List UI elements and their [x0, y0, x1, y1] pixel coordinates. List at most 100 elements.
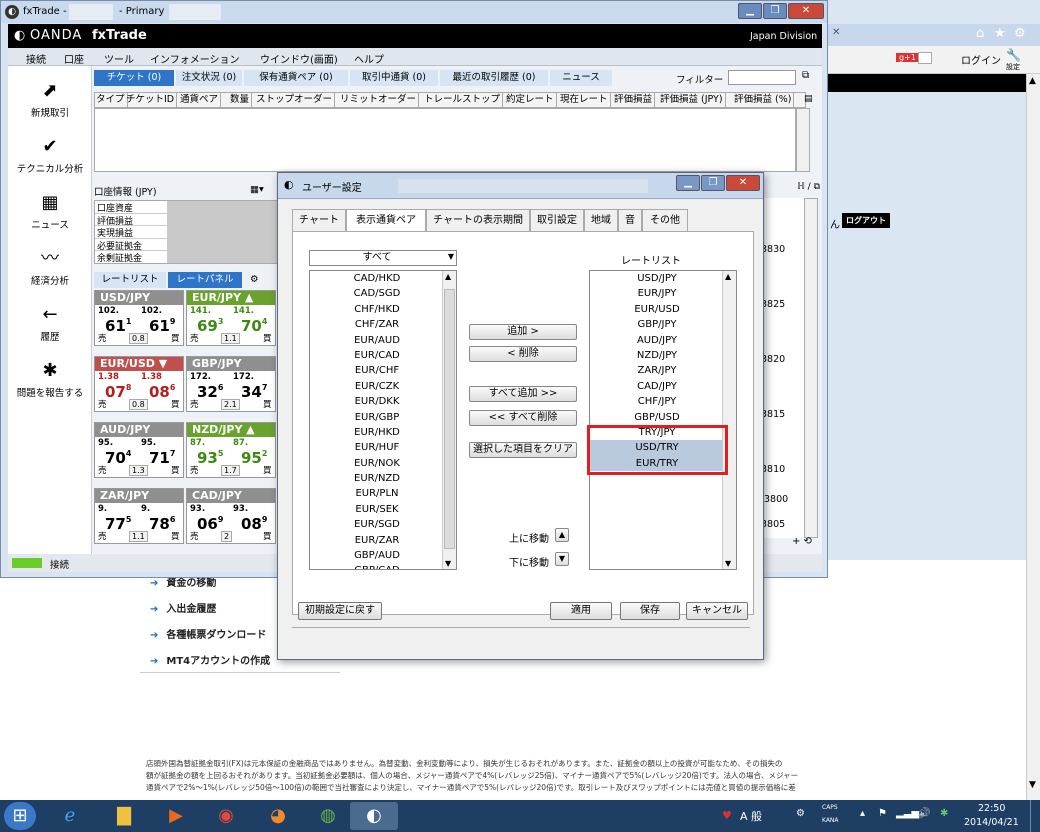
list-item[interactable]: CAD/JPY — [590, 379, 724, 394]
rate-tile[interactable]: AUD/JPY 95. 95. 704 717 売 1.3 買 — [94, 422, 184, 478]
col-limit-order[interactable]: リミットオーダー — [338, 93, 420, 107]
tab-rate-panel[interactable]: レートパネル — [168, 272, 242, 288]
chrome-icon[interactable]: ◉ — [206, 802, 246, 830]
list-item[interactable]: NZD/JPY — [590, 348, 724, 363]
ticket-scrollbar[interactable] — [796, 108, 810, 172]
rate-tile[interactable]: USD/JPY 102. 102. 611 619 売 0.8 買 — [94, 290, 184, 346]
logout-button[interactable]: ログアウト — [842, 213, 890, 228]
available-pairs-scrollbar[interactable]: ▲ ▼ — [442, 271, 456, 569]
list-item[interactable]: EUR/USD — [590, 302, 724, 317]
scroll-up-icon[interactable]: ▲ — [1029, 76, 1036, 86]
rate-list-box[interactable]: USD/JPY EUR/JPY EUR/USD GBP/JPY AUD/JPY NZD/J… — [589, 270, 737, 570]
tab-display-pairs[interactable]: 表示通貨ペア — [346, 209, 426, 232]
col-open-rate[interactable]: 約定レート — [504, 93, 557, 107]
col-units[interactable]: 数量 — [228, 93, 253, 107]
list-item[interactable]: AUD/JPY — [590, 333, 724, 348]
login-link[interactable]: ログイン — [961, 52, 1001, 67]
col-pl-jpy[interactable]: 評価損益 (JPY) — [658, 93, 726, 107]
list-item[interactable]: EUR/SEK — [310, 502, 444, 517]
pair-filter-select[interactable]: すべて ▼ — [309, 250, 457, 266]
firefox-icon[interactable]: ◕ — [258, 802, 298, 830]
tab-sound[interactable]: 音 — [618, 209, 642, 231]
tab-open-trades[interactable]: 取引中通貨 (0) — [350, 70, 438, 86]
tray-app-icon[interactable]: ✱ — [940, 808, 948, 819]
list-item[interactable]: GBP/USD — [590, 410, 724, 425]
dialog-maximize-button[interactable]: ❐ — [701, 175, 725, 191]
rate-tile[interactable]: NZD/JPY ▲ 87. 87. 935 952 売 1.7 買 — [186, 422, 276, 478]
tab-close-icon[interactable]: ✕ — [832, 27, 840, 38]
col-trailing-stop[interactable]: トレールストップ — [422, 93, 504, 107]
col-pair[interactable]: 通貨ペア — [178, 93, 222, 107]
nav-economic-analysis[interactable]: 〰経済分析 — [8, 248, 92, 287]
tab-recent-history[interactable]: 最近の取引履歴 (0) — [440, 70, 548, 86]
chart-scrollbar[interactable] — [804, 198, 818, 538]
col-pl-pct[interactable]: 評価損益 (%) — [732, 93, 795, 107]
tab-trade-settings[interactable]: 取引設定 — [530, 209, 584, 231]
list-item[interactable]: CHF/ZAR — [310, 317, 444, 332]
fx-maximize-button[interactable]: ❐ — [763, 3, 787, 19]
rate-list-scrollbar[interactable]: ▲ ▼ — [722, 271, 736, 569]
rate-tile[interactable]: CAD/JPY 93. 93. 069 089 売 2 買 — [186, 488, 276, 544]
list-item[interactable]: EUR/CZK — [310, 379, 444, 394]
list-item[interactable]: EUR/JPY — [590, 286, 724, 301]
tab-rate-list[interactable]: レートリスト — [94, 272, 166, 288]
list-item[interactable]: EUR/ZAR — [310, 533, 444, 548]
list-item[interactable]: USD/JPY — [590, 271, 724, 286]
tab-chart-period[interactable]: チャートの表示期間 — [426, 209, 530, 231]
col-stop-order[interactable]: ストップオーダー — [254, 93, 336, 107]
sell-price[interactable]: 775 — [105, 515, 131, 533]
clock-date[interactable]: 2014/04/21 — [964, 817, 1019, 828]
col-current-rate[interactable]: 現在レート — [558, 93, 611, 107]
rate-tile[interactable]: EUR/USD ▼ 1.38 1.38 078 086 売 0.8 買 — [94, 356, 184, 412]
fx-minimize-button[interactable]: ▁ — [738, 3, 762, 19]
nav-technical-analysis[interactable]: ✔ テクニカル分析 — [8, 136, 92, 175]
sell-price[interactable]: 704 — [105, 449, 131, 467]
favorites-star-icon[interactable]: ★ — [994, 26, 1006, 41]
list-item[interactable]: CAD/SGD — [310, 286, 444, 301]
file-explorer-icon[interactable]: ▇ — [104, 802, 144, 830]
gear-icon[interactable]: ⚙ — [1014, 26, 1026, 41]
menu-account[interactable]: 口座 — [64, 51, 84, 66]
volume-icon[interactable]: 🔊 — [918, 808, 930, 819]
fx-close-button[interactable]: ✕ — [788, 3, 824, 19]
media-player-icon[interactable]: ▶ — [156, 802, 196, 830]
list-item[interactable]: EUR/PLN — [310, 486, 444, 501]
web-link-label[interactable]: 各種帳票ダウンロード — [166, 630, 266, 641]
tab-news[interactable]: ニュース — [550, 70, 612, 86]
sell-price[interactable]: 078 — [105, 383, 131, 401]
tab-region[interactable]: 地域 — [584, 209, 618, 231]
menu-window[interactable]: ウインドウ(画面) — [260, 51, 338, 66]
popout-icon[interactable]: ⧉ — [802, 70, 809, 81]
tab-positions[interactable]: 保有通貨ペア (0) — [244, 70, 348, 86]
menu-connect[interactable]: 接続 — [26, 51, 46, 66]
nav-history[interactable]: ← 履歴 — [8, 304, 92, 343]
apply-button[interactable]: 適用 — [550, 602, 612, 620]
list-item[interactable]: CHF/JPY — [590, 394, 724, 409]
tab-orders[interactable]: 注文状況 (0) — [176, 70, 242, 86]
nav-new-trade[interactable]: ⬈ 新規取引 — [8, 80, 92, 119]
scroll-up-icon[interactable]: ▲ — [445, 272, 451, 281]
column-chooser-icon[interactable]: ▤ — [804, 94, 813, 104]
list-item[interactable]: EUR/CAD — [310, 348, 444, 363]
nav-news[interactable]: ▦ ニュース — [8, 192, 92, 231]
sell-price[interactable]: 935 — [197, 449, 223, 467]
cancel-button[interactable]: キャンセル — [686, 602, 748, 620]
account-menu-icon[interactable]: ▦▾ — [250, 184, 264, 195]
chart-tools[interactable]: ℍ / ⧉ — [772, 182, 820, 198]
move-down-button[interactable]: ▼ — [555, 552, 569, 566]
network-icon[interactable]: ▂▃▅ — [896, 808, 919, 819]
internet-explorer-icon[interactable]: ℯ — [50, 802, 90, 830]
sell-price[interactable]: 693 — [197, 317, 223, 335]
list-item[interactable]: EUR/NZD — [310, 471, 444, 486]
rate-tile[interactable]: ZAR/JPY 9. 9. 775 786 売 1.1 買 — [94, 488, 184, 544]
chart-zoom-controls[interactable]: + ⟲ — [792, 536, 812, 547]
web-link-reports[interactable]: ➔ 各種帳票ダウンロード — [150, 626, 266, 641]
flag-icon[interactable]: ⚑ — [878, 808, 887, 819]
gplus-button[interactable]: g+1 — [896, 53, 919, 62]
menu-help[interactable]: ヘルプ — [354, 51, 384, 66]
list-item[interactable]: EUR/SGD — [310, 517, 444, 532]
scroll-down-icon[interactable]: ▼ — [1029, 780, 1036, 790]
sell-price[interactable]: 326 — [197, 383, 223, 401]
ime-tool-icon[interactable]: ♥ — [722, 809, 732, 822]
rate-tile[interactable]: EUR/JPY ▲ 141. 141. 693 704 売 1.1 買 — [186, 290, 276, 346]
